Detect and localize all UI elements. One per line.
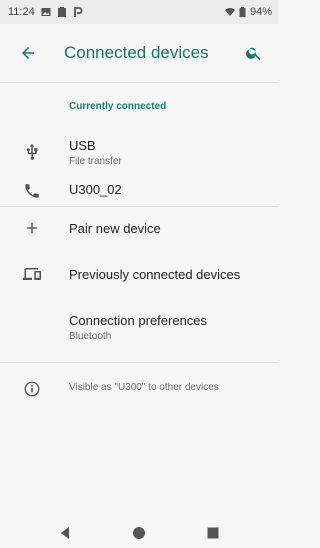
- back-button[interactable]: [6, 31, 50, 75]
- nav-back-button[interactable]: [57, 525, 73, 541]
- info-icon: [22, 379, 42, 399]
- device-title: USB: [69, 138, 96, 153]
- devices-icon: [22, 264, 42, 284]
- search-button[interactable]: [236, 31, 272, 75]
- app-bar: Connected devices: [0, 24, 278, 82]
- info-text: Visible as "U300" to other devices: [69, 382, 219, 393]
- visibility-info: Visible as "U300" to other devices: [0, 374, 278, 404]
- device-title: U300_02: [69, 182, 122, 197]
- section-header-currently-connected: Currently connected: [69, 101, 167, 112]
- connection-preferences-row[interactable]: Connection preferences Bluetooth: [0, 308, 278, 352]
- nav-home-button[interactable]: [131, 525, 147, 541]
- home-circle-icon: [133, 527, 145, 539]
- back-triangle-icon: [61, 527, 69, 539]
- arrow-back-icon: [22, 47, 34, 59]
- recents-square-icon: [207, 527, 219, 539]
- phone-icon: [22, 181, 42, 201]
- pair-new-device-row[interactable]: Pair new device: [0, 216, 278, 256]
- battery-percent: 94%: [249, 6, 272, 18]
- clipboard-icon: [57, 7, 67, 17]
- page-title: Connected devices: [64, 43, 209, 62]
- status-time: 11:24: [8, 6, 35, 18]
- device-row-usb[interactable]: USB File transfer: [0, 130, 278, 174]
- action-label: Previously connected devices: [69, 267, 241, 282]
- info-divider: [0, 362, 278, 363]
- image-icon: [41, 7, 51, 17]
- search-icon: [246, 47, 261, 61]
- wifi-icon: [224, 7, 235, 17]
- status-bar: 11:24 94%: [0, 0, 278, 24]
- action-subtitle: Bluetooth: [69, 331, 112, 342]
- nav-recents-button[interactable]: [205, 525, 221, 541]
- action-label: Connection preferences: [69, 313, 208, 328]
- plus-icon: [22, 218, 42, 238]
- usb-icon: [22, 142, 42, 162]
- action-label: Pair new device: [69, 221, 161, 236]
- previously-connected-row[interactable]: Previously connected devices: [0, 262, 278, 302]
- header-divider: [0, 82, 278, 83]
- p-icon: [73, 7, 83, 17]
- section-divider: [0, 206, 278, 207]
- device-subtitle: File transfer: [69, 156, 122, 167]
- navigation-bar: [0, 518, 278, 548]
- battery-icon: [239, 7, 246, 17]
